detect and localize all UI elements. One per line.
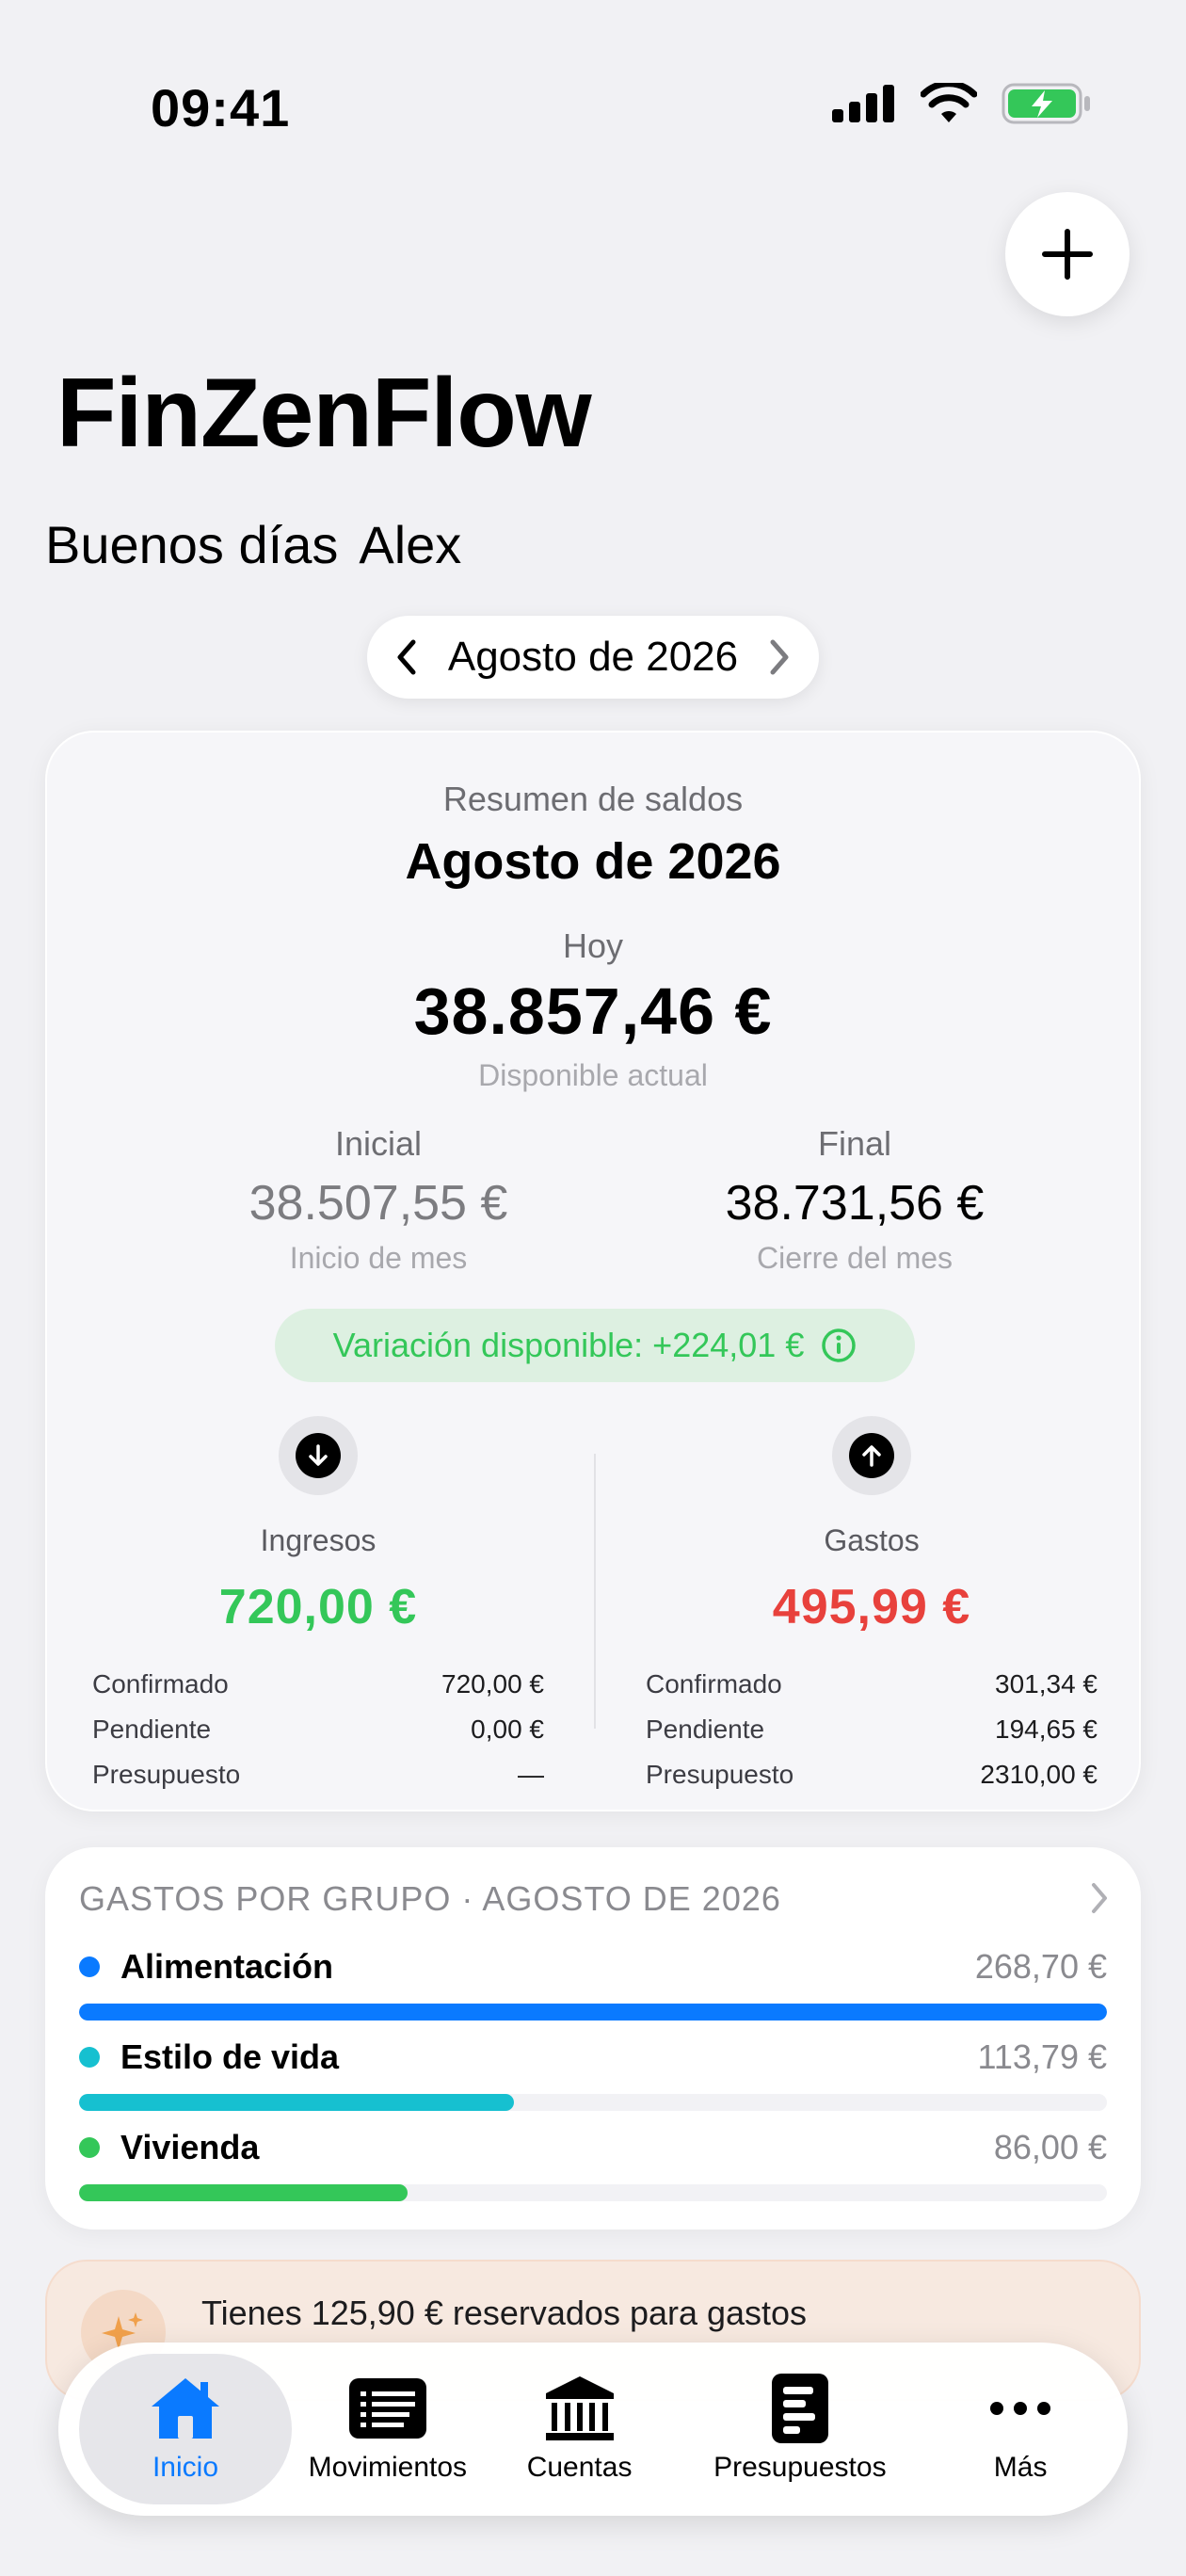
group-bar-fill (79, 2094, 514, 2111)
variation-badge[interactable]: Variación disponible: +224,01 € (275, 1309, 915, 1382)
plus-icon (1042, 229, 1093, 280)
final-label: Final (817, 1124, 892, 1163)
row-label: Presupuesto (92, 1760, 241, 1789)
initial-value: 38.507,55 € (248, 1176, 508, 1231)
group-bar-track (79, 2004, 1107, 2021)
cellular-signal-icon (832, 85, 894, 122)
group-amount: 86,00 € (993, 2128, 1107, 2166)
ellipsis-icon (990, 2402, 1051, 2415)
chevron-left-icon[interactable] (388, 638, 425, 676)
chevron-right-icon[interactable] (761, 638, 798, 676)
status-icons (832, 83, 1092, 124)
group-amount: 113,79 € (977, 2037, 1107, 2076)
group-bar-track (79, 2094, 1107, 2111)
row-value: 194,65 € (995, 1715, 1098, 1744)
summary-title: Agosto de 2026 (405, 833, 781, 890)
expenses-row-confirmed: Confirmado 301,34 € (646, 1662, 1098, 1707)
final-sub: Cierre del mes (756, 1241, 954, 1275)
expenses-label: Gastos (824, 1523, 920, 1557)
tab-label: Movimientos (308, 2452, 468, 2483)
reserved-text: Tienes 125,90 € reservados para gastos (201, 2294, 808, 2332)
greeting: Buenos días Alex (45, 514, 461, 575)
income-row-budget: Presupuesto — (92, 1752, 544, 1797)
today-label: Hoy (562, 926, 624, 965)
income-icon-wrap (279, 1416, 358, 1495)
group-dot (79, 2047, 100, 2068)
row-value: 301,34 € (995, 1669, 1098, 1699)
tab-inicio[interactable]: Inicio (79, 2354, 292, 2504)
list-icon (348, 2378, 426, 2439)
group-name: Alimentación (120, 1947, 334, 1986)
row-label: Confirmado (646, 1669, 782, 1699)
row-value: 720,00 € (441, 1669, 544, 1699)
group-dot (79, 2137, 100, 2158)
initial-sub: Inicio de mes (289, 1241, 468, 1275)
tab-label: Cuentas (526, 2452, 633, 2483)
bank-icon (545, 2376, 614, 2440)
expenses-row-pending: Pendiente 194,65 € (646, 1707, 1098, 1752)
income-row-confirmed: Confirmado 720,00 € (92, 1662, 544, 1707)
tab-label: Más (993, 2452, 1048, 2483)
row-label: Confirmado (92, 1669, 229, 1699)
month-selector: Agosto de 2026 (367, 616, 819, 699)
groups-header: GASTOS POR GRUPO · AGOSTO DE 2026 (79, 1879, 781, 1918)
group-bar-fill (79, 2004, 1107, 2021)
row-value: — (518, 1760, 544, 1789)
variation-text: Variación disponible: +224,01 € (332, 1326, 805, 1364)
wifi-icon (921, 83, 977, 122)
expenses-column: Gastos 495,99 € Confirmado 301,34 € Pend… (646, 1416, 1098, 1797)
user-name: Alex (359, 515, 462, 574)
group-bar-track (79, 2184, 1107, 2201)
tab-label: Inicio (152, 2452, 219, 2483)
chevron-right-icon[interactable] (1088, 1881, 1111, 1915)
group-amount: 268,70 € (974, 1947, 1107, 1986)
row-label: Pendiente (92, 1715, 212, 1744)
add-button[interactable] (1005, 192, 1130, 316)
group-item[interactable]: Estilo de vida 113,79 € (79, 2037, 1107, 2111)
flow-divider (594, 1454, 596, 1729)
arrow-up-icon (862, 1445, 881, 1467)
tab-label: Presupuestos (713, 2452, 887, 2483)
expenses-row-budget: Presupuesto 2310,00 € (646, 1752, 1098, 1797)
group-name: Estilo de vida (120, 2037, 340, 2076)
income-row-pending: Pendiente 0,00 € (92, 1707, 544, 1752)
app-title: FinZenFlow (56, 359, 592, 468)
summary-subtitle: Resumen de saldos (442, 780, 744, 818)
status-time: 09:41 (151, 78, 291, 137)
tab-movimientos[interactable]: Movimientos (292, 2354, 484, 2504)
expenses-icon-wrap (832, 1416, 911, 1495)
income-value: 720,00 € (218, 1580, 418, 1634)
expense-groups-card[interactable]: GASTOS POR GRUPO · AGOSTO DE 2026 Alimen… (45, 1847, 1141, 2230)
group-item[interactable]: Vivienda 86,00 € (79, 2128, 1107, 2201)
group-dot (79, 1956, 100, 1977)
greeting-text: Buenos días (45, 515, 339, 574)
house-icon (152, 2378, 219, 2439)
tab-bar: Inicio Movimientos Cuentas Presupuestos … (58, 2343, 1128, 2516)
info-icon[interactable] (821, 1328, 857, 1363)
row-value: 2310,00 € (980, 1760, 1098, 1789)
income-column: Ingresos 720,00 € Confirmado 720,00 € Pe… (92, 1416, 544, 1797)
available-label: Disponible actual (478, 1058, 708, 1092)
final-balance: Final 38.731,56 € Cierre del mes (638, 1124, 1071, 1276)
group-bar-fill (79, 2184, 409, 2201)
row-label: Pendiente (646, 1715, 765, 1744)
tab-mas[interactable]: Más (924, 2354, 1116, 2504)
today-balance: 38.857,46 € (413, 974, 773, 1048)
battery-charging-icon (1002, 83, 1090, 124)
initial-balance: Inicial 38.507,55 € Inicio de mes (162, 1124, 595, 1276)
income-label: Ingresos (260, 1523, 377, 1557)
row-value: 0,00 € (471, 1715, 544, 1744)
arrow-down-icon (309, 1444, 328, 1466)
tab-cuentas[interactable]: Cuentas (484, 2354, 676, 2504)
balance-summary-card: Resumen de saldos Agosto de 2026 Hoy 38.… (45, 731, 1141, 1811)
row-label: Presupuesto (646, 1760, 794, 1789)
group-name: Vivienda (120, 2128, 260, 2166)
expenses-value: 495,99 € (772, 1580, 971, 1634)
tab-presupuestos[interactable]: Presupuestos (675, 2354, 924, 2504)
final-value: 38.731,56 € (725, 1176, 985, 1231)
document-icon (771, 2374, 828, 2443)
group-item[interactable]: Alimentación 268,70 € (79, 1947, 1107, 2021)
initial-label: Inicial (334, 1124, 423, 1163)
month-label[interactable]: Agosto de 2026 (448, 634, 738, 681)
